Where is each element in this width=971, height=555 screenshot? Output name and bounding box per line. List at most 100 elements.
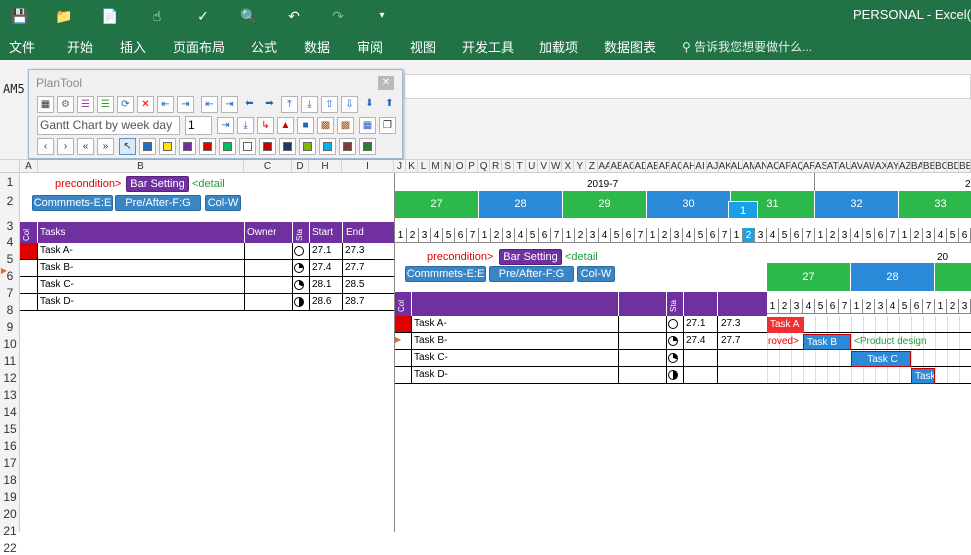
col-header-ab[interactable]: AB <box>610 160 623 173</box>
copy-bar-setting-button[interactable]: Bar Setting <box>499 249 562 265</box>
col-header-b[interactable]: B <box>38 160 244 173</box>
row-header-8[interactable]: 8 <box>0 303 20 317</box>
col-header-r[interactable]: R <box>490 160 503 173</box>
close-icon[interactable]: ✕ <box>378 76 394 90</box>
row-header-4[interactable]: 4 <box>0 235 20 249</box>
row-header-21[interactable]: 21 <box>0 524 20 538</box>
tab-view[interactable]: 视图 <box>410 37 436 56</box>
col-header-ah[interactable]: AH <box>683 160 695 173</box>
tab-data-chart[interactable]: 数据图表 <box>604 37 656 56</box>
bar-icon[interactable]: ■ <box>297 117 314 134</box>
select-all-corner[interactable] <box>0 160 20 173</box>
row-header-17[interactable]: 17 <box>0 456 20 470</box>
bar-color-icon[interactable]: ▩ <box>317 117 334 134</box>
row-header-13[interactable]: 13 <box>0 388 20 402</box>
col-header-z[interactable]: Z <box>586 160 599 173</box>
col-header-ae[interactable]: AE <box>646 160 659 173</box>
col-header-aj[interactable]: AJ <box>707 160 719 173</box>
col-header-al[interactable]: AL <box>731 160 743 173</box>
tab-file[interactable]: 文件 <box>9 37 35 56</box>
color-swatch-cyan[interactable] <box>319 138 336 155</box>
col-header-as[interactable]: AS <box>815 160 827 173</box>
color-swatch-blue[interactable] <box>139 138 156 155</box>
col-header-av[interactable]: AV <box>851 160 863 173</box>
row-header-20[interactable]: 20 <box>0 507 20 521</box>
col-header-ao[interactable]: AO <box>767 160 779 173</box>
double-chevron-left-icon[interactable]: « <box>77 138 94 155</box>
tab-review[interactable]: 审阅 <box>357 37 383 56</box>
list-icon[interactable]: ☰ <box>77 96 94 113</box>
col-header-c[interactable]: C <box>244 160 292 173</box>
tab-formulas[interactable]: 公式 <box>251 37 277 56</box>
plantool-toolbar[interactable]: PlanTool ✕ ▦ ⚙ ☰ ☰ ⟳ ✕ ⇤ ⇥ ⇤ ⇥ ⬅ ➡ ⤒ ⤓ ⇧… <box>28 69 403 159</box>
tab-developer[interactable]: 开发工具 <box>462 37 514 56</box>
goto-icon[interactable]: ⇥ <box>217 117 234 134</box>
col-header-t[interactable]: T <box>514 160 527 173</box>
color-swatch-white[interactable] <box>239 138 256 155</box>
spelling-icon[interactable]: ✓ <box>193 6 213 26</box>
col-header-p[interactable]: P <box>466 160 479 173</box>
col-header-at[interactable]: AT <box>827 160 839 173</box>
col-header-aq[interactable]: AQ <box>791 160 803 173</box>
calendar-icon[interactable]: ▦ <box>359 117 376 134</box>
row-header-22[interactable]: 22 <box>0 541 20 555</box>
move-right-end-icon[interactable]: ⇥ <box>177 96 194 113</box>
refresh-icon[interactable]: ⟳ <box>117 96 134 113</box>
col-header-o[interactable]: O <box>454 160 467 173</box>
row-header-14[interactable]: 14 <box>0 405 20 419</box>
color-swatch-brown[interactable] <box>339 138 356 155</box>
col-header-ac[interactable]: AC <box>622 160 635 173</box>
tab-insert[interactable]: 插入 <box>120 37 146 56</box>
col-header-y[interactable]: Y <box>574 160 587 173</box>
copy-comments-button[interactable]: Commmets-E:E <box>405 266 486 282</box>
gantt-bar-task-d[interactable]: Task D <box>911 368 935 384</box>
chevron-right-icon[interactable]: › <box>57 138 74 155</box>
open-folder-icon[interactable]: 📁 <box>54 6 74 26</box>
move-left-start-icon[interactable]: ⇤ <box>157 96 174 113</box>
copy-col-width-button[interactable]: Col-W <box>577 266 615 282</box>
row-header-2[interactable]: 2 <box>0 194 20 208</box>
arrow-right-icon[interactable]: ➡ <box>261 96 278 113</box>
move-bottom-icon[interactable]: ⤓ <box>301 96 318 113</box>
formula-input[interactable] <box>404 74 971 99</box>
fill-color-icon[interactable]: ▩ <box>337 117 354 134</box>
col-header-bc[interactable]: BC <box>935 160 947 173</box>
row-header-3[interactable]: 3 <box>0 219 20 233</box>
col-header-l[interactable]: L <box>418 160 431 173</box>
table-row[interactable]: Task C- 28.1 28.5 <box>20 277 394 294</box>
col-header-af[interactable]: AF <box>658 160 671 173</box>
col-header-ar[interactable]: AR <box>803 160 815 173</box>
pre-after-button[interactable]: Pre/After-F:G <box>115 195 201 211</box>
indent-left-icon[interactable]: ⇤ <box>201 96 218 113</box>
row-header-11[interactable]: 11 <box>0 354 20 368</box>
indent-right-icon[interactable]: ⇥ <box>221 96 238 113</box>
delete-icon[interactable]: ✕ <box>137 96 154 113</box>
col-header-au[interactable]: AU <box>839 160 851 173</box>
color-swatch-yellow[interactable] <box>159 138 176 155</box>
row-header-7[interactable]: 7 <box>0 286 20 300</box>
row-header-18[interactable]: 18 <box>0 473 20 487</box>
arrow-down-icon[interactable]: ⬇ <box>361 96 378 113</box>
col-header-be[interactable]: BE <box>959 160 971 173</box>
col-header-an[interactable]: AN <box>755 160 767 173</box>
col-header-ag[interactable]: AG <box>670 160 683 173</box>
tab-home[interactable]: 开始 <box>67 37 93 56</box>
col-header-s[interactable]: S <box>502 160 515 173</box>
col-header-d[interactable]: D <box>292 160 309 173</box>
row-header-5[interactable]: 5 <box>0 252 20 266</box>
color-swatch-navy[interactable] <box>279 138 296 155</box>
col-header-k[interactable]: K <box>406 160 419 173</box>
row-header-10[interactable]: 10 <box>0 337 20 351</box>
gantt-bar-task-c[interactable]: Task C <box>851 351 911 367</box>
col-header-u[interactable]: U <box>526 160 539 173</box>
col-header-i[interactable]: I <box>342 160 394 173</box>
col-header-x[interactable]: X <box>562 160 575 173</box>
col-header-ak[interactable]: AK <box>719 160 731 173</box>
row-header-12[interactable]: 12 <box>0 371 20 385</box>
table-row[interactable]: Task B- 27.4 27.7 <box>20 260 394 277</box>
col-header-q[interactable]: Q <box>478 160 491 173</box>
col-header-ap[interactable]: AP <box>779 160 791 173</box>
col-header-ad[interactable]: AD <box>634 160 647 173</box>
col-header-a[interactable]: A <box>20 160 38 173</box>
insert-row-icon[interactable]: ⤓ <box>237 117 254 134</box>
